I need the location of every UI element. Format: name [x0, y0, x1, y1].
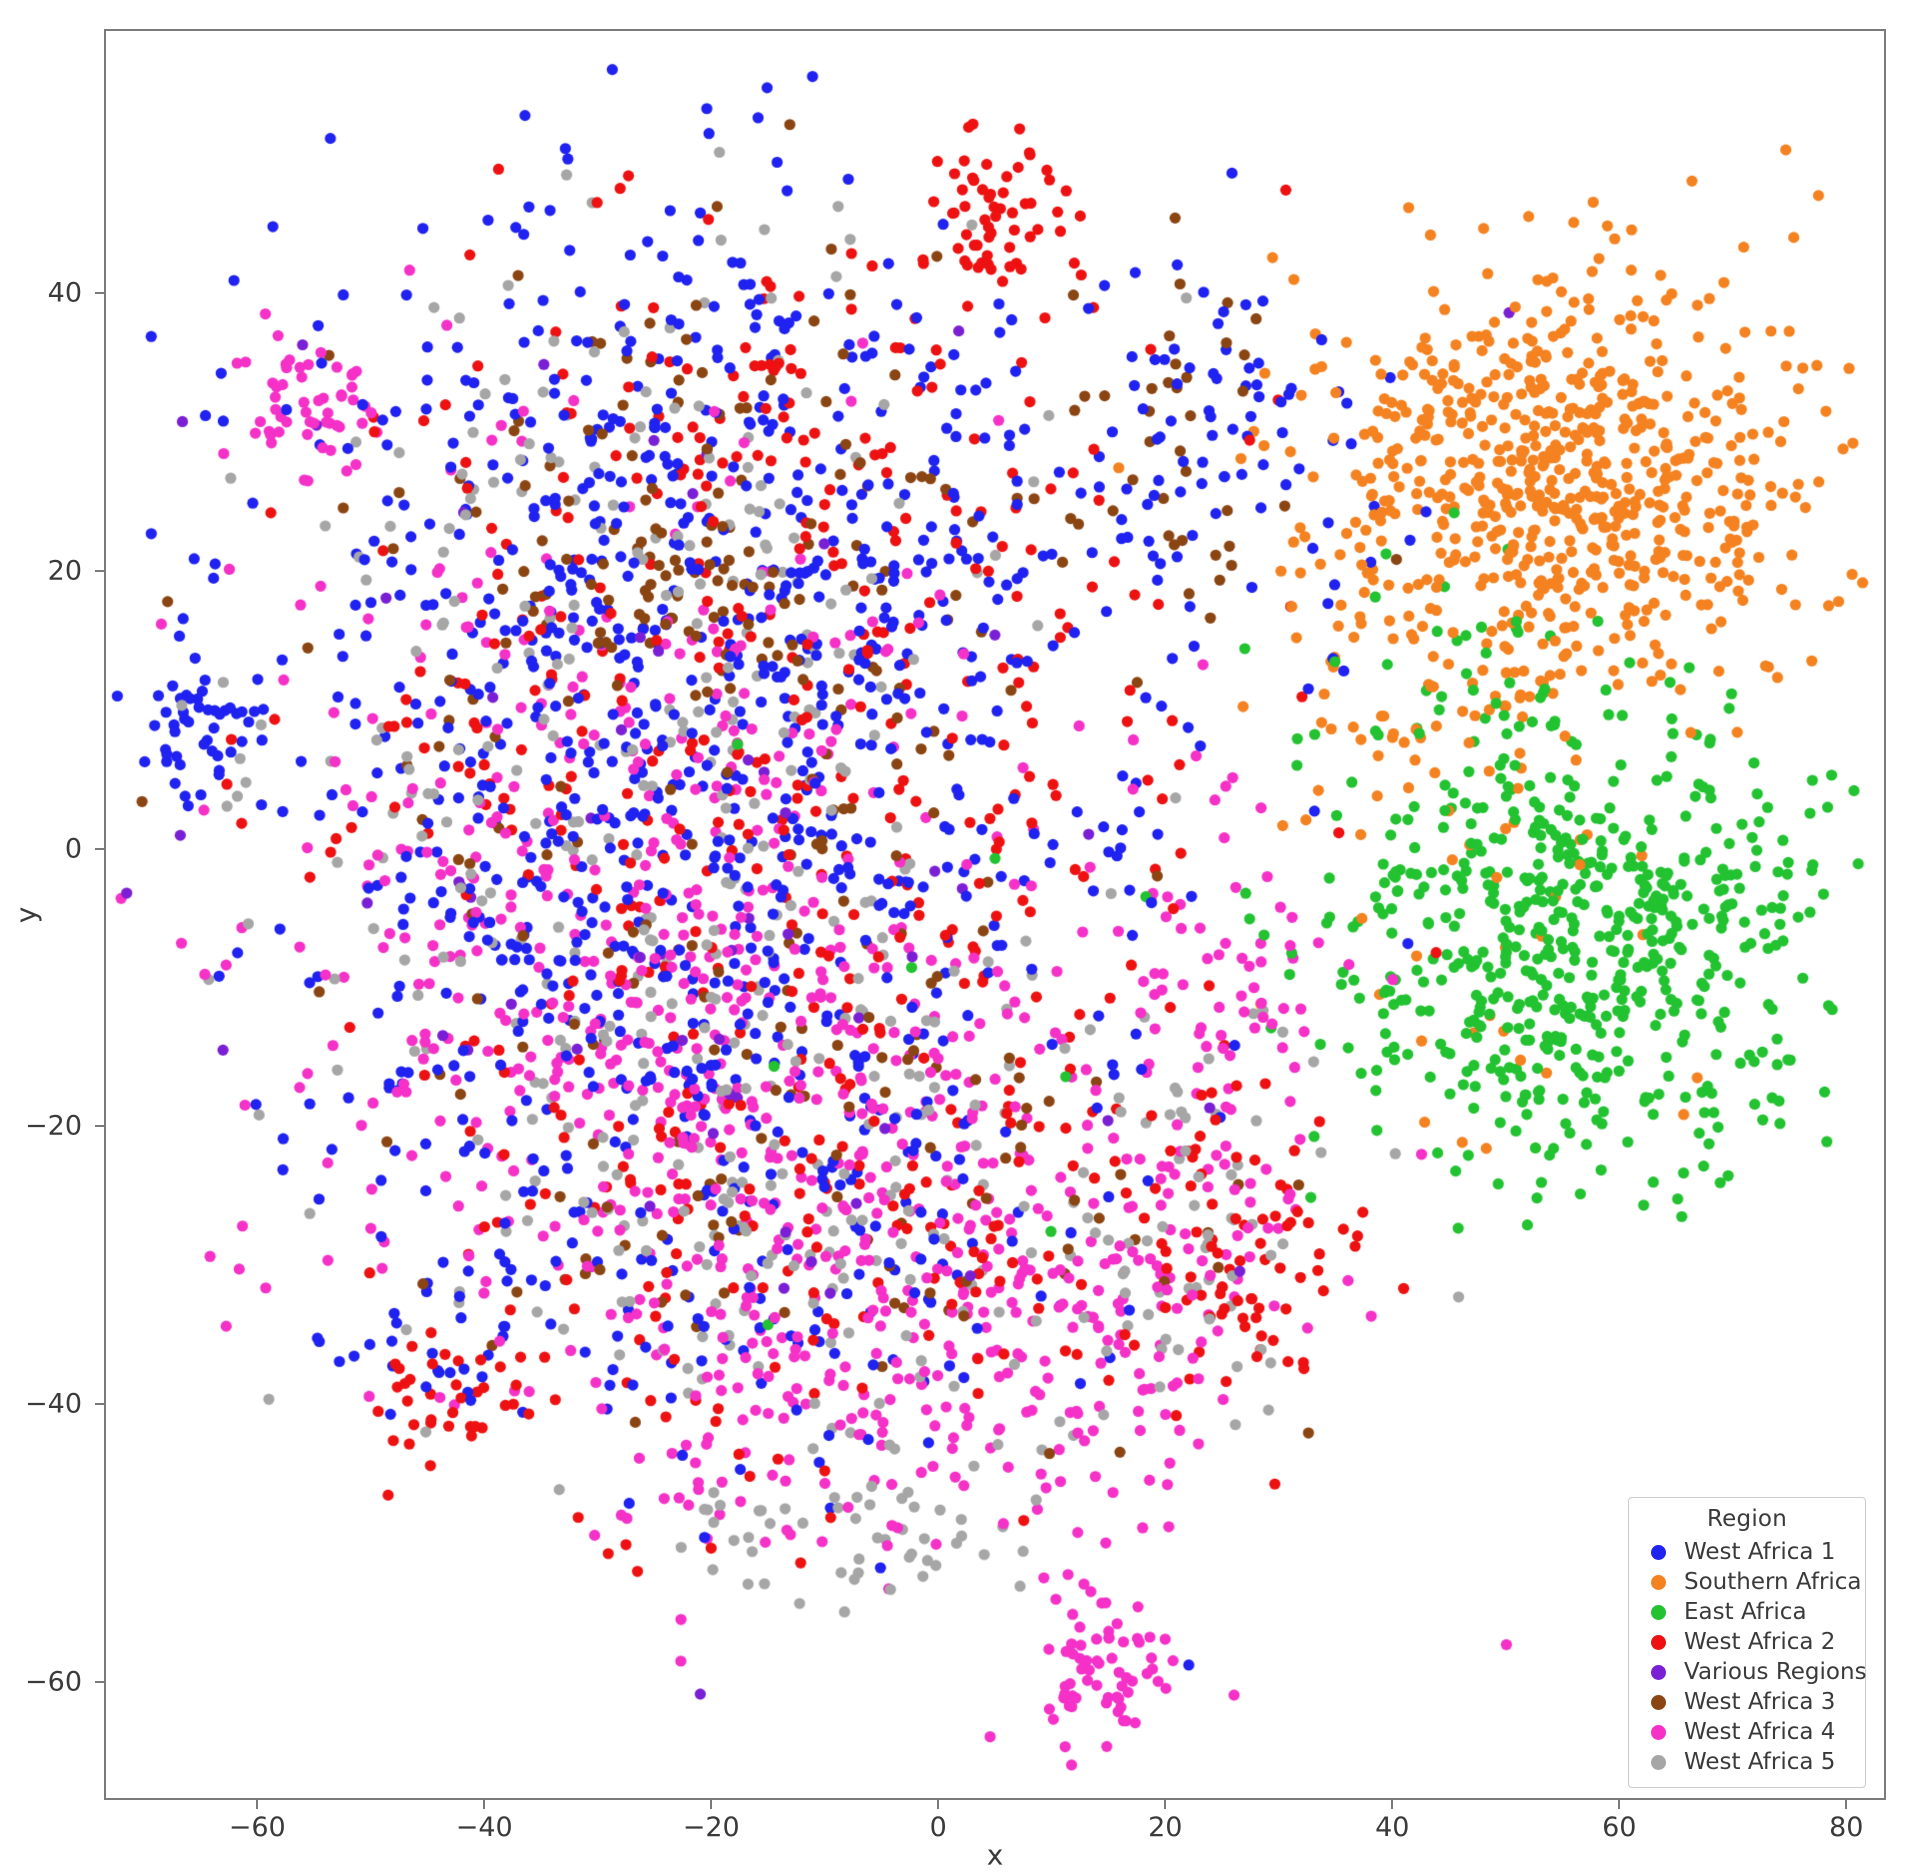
legend-marker-icon: [1651, 1694, 1666, 1710]
x-tick-mark: [1618, 1800, 1621, 1809]
y-axis-label: y: [9, 906, 43, 924]
x-tick-label: 80: [1829, 1812, 1864, 1843]
x-axis-label: x: [986, 1838, 1004, 1872]
x-tick-mark: [710, 1800, 713, 1809]
scatter-plot-figure: −60 −40 −20 0 20 40 60 80 40 20 0 −20 −40 −60 x y Reg…: [0, 0, 1920, 1875]
x-tick-mark: [483, 1800, 486, 1809]
plot-axes-area: [104, 29, 1886, 1800]
scatter-points-canvas: [106, 31, 1884, 1798]
y-tick-label: −20: [25, 1110, 82, 1142]
x-tick-label: −60: [228, 1812, 286, 1843]
legend-item-2[interactable]: East Africa: [1639, 1597, 1855, 1627]
legend-box: Region West Africa 1 Southern Africa East …: [1628, 1497, 1867, 1788]
y-tick-mark: [95, 569, 104, 572]
legend-title: Region: [1707, 1506, 1787, 1532]
legend-item-label: Various Regions: [1684, 1659, 1867, 1685]
x-tick-mark: [1845, 1800, 1848, 1809]
y-tick-label: 40: [47, 277, 82, 309]
legend-marker-icon: [1651, 1544, 1666, 1560]
legend-item-6[interactable]: West Africa 4: [1639, 1717, 1855, 1747]
y-tick-mark: [95, 291, 104, 294]
y-tick-label: −60: [25, 1666, 82, 1698]
legend-item-label: Southern Africa: [1684, 1569, 1862, 1595]
legend-item-3[interactable]: West Africa 2: [1639, 1627, 1855, 1657]
y-tick-mark: [95, 847, 104, 850]
legend-marker-icon: [1651, 1604, 1666, 1620]
x-tick-label: 60: [1602, 1812, 1637, 1843]
legend-marker-icon: [1651, 1754, 1666, 1770]
legend-item-5[interactable]: West Africa 3: [1639, 1687, 1855, 1717]
y-tick-label: −40: [25, 1388, 82, 1420]
legend-item-label: West Africa 4: [1684, 1719, 1836, 1745]
legend-item-label: West Africa 5: [1684, 1749, 1836, 1775]
x-tick-label: 0: [929, 1812, 947, 1843]
legend-marker-icon: [1651, 1574, 1666, 1590]
legend-item-label: West Africa 2: [1684, 1629, 1836, 1655]
legend-item-label: West Africa 1: [1684, 1539, 1836, 1565]
x-tick-mark: [256, 1800, 259, 1809]
legend-marker-icon: [1651, 1724, 1666, 1740]
legend-items: West Africa 1 Southern Africa East Africa W…: [1639, 1537, 1867, 1777]
legend-marker-icon: [1651, 1634, 1666, 1650]
x-tick-mark: [937, 1800, 940, 1809]
legend-marker-icon: [1651, 1664, 1666, 1680]
legend-item-label: East Africa: [1684, 1599, 1807, 1625]
legend-item-7[interactable]: West Africa 5: [1639, 1747, 1855, 1777]
legend-item-label: West Africa 3: [1684, 1689, 1836, 1715]
y-tick-mark: [95, 1680, 104, 1683]
x-tick-mark: [1164, 1800, 1167, 1809]
y-tick-mark: [95, 1403, 104, 1406]
x-tick-mark: [1391, 1800, 1394, 1809]
y-tick-label: 0: [64, 833, 82, 865]
x-tick-label: −40: [455, 1812, 513, 1843]
legend-item-4[interactable]: Various Regions: [1639, 1657, 1867, 1687]
y-tick-label: 20: [47, 555, 82, 587]
legend-item-0[interactable]: West Africa 1: [1639, 1537, 1855, 1567]
legend-item-1[interactable]: Southern Africa: [1639, 1567, 1862, 1597]
x-tick-label: 20: [1148, 1812, 1183, 1843]
x-tick-label: 40: [1375, 1812, 1410, 1843]
y-tick-mark: [95, 1125, 104, 1128]
x-tick-label: −20: [682, 1812, 740, 1843]
